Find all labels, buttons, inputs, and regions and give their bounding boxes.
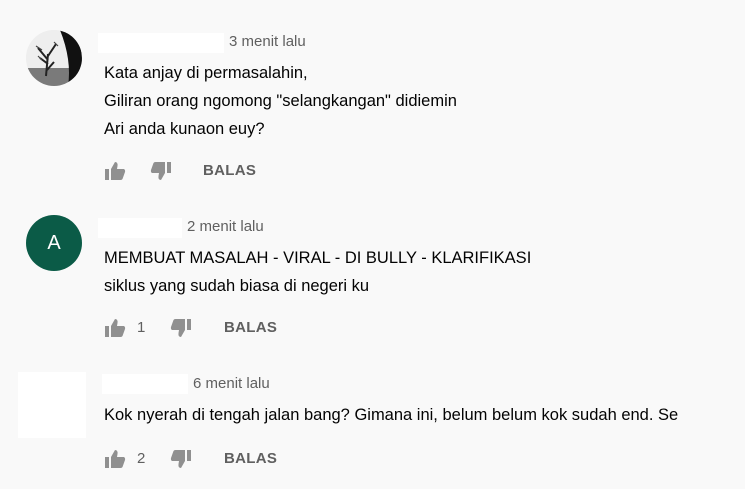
- comment-timestamp[interactable]: 2 menit lalu: [187, 218, 264, 235]
- thumbs-up-icon[interactable]: [104, 449, 126, 469]
- thumbs-up-icon[interactable]: [104, 161, 126, 181]
- comments-section: 3 menit lalu Kata anjay di permasalahin,…: [0, 0, 745, 489]
- like-count: 2: [137, 450, 146, 467]
- comment-actions: BALAS: [104, 161, 304, 181]
- thumbs-up-icon[interactable]: [104, 318, 126, 338]
- thumbs-down-icon[interactable]: [170, 318, 192, 338]
- reply-button[interactable]: BALAS: [224, 450, 277, 467]
- thumbs-down-icon[interactable]: [150, 161, 172, 181]
- comment-actions: 2 BALAS: [104, 449, 324, 469]
- comment-text-line: Kok nyerah di tengah jalan bang? Gimana …: [104, 406, 679, 424]
- like-count: 1: [137, 319, 146, 336]
- author-name-redacted[interactable]: [98, 33, 224, 53]
- comment-text-line: siklus yang sudah biasa di negeri ku: [104, 277, 370, 295]
- thumbs-down-icon[interactable]: [170, 449, 192, 469]
- comment-text-line: Giliran orang ngomong "selangkangan" did…: [104, 92, 457, 110]
- avatar[interactable]: A: [26, 215, 82, 271]
- comment-actions: 1 BALAS: [104, 318, 324, 338]
- tree-photo-icon: [26, 30, 82, 86]
- reply-button[interactable]: BALAS: [203, 162, 256, 179]
- comment-timestamp[interactable]: 3 menit lalu: [229, 33, 306, 50]
- comment-text-line: Ari anda kunaon euy?: [104, 120, 265, 138]
- author-name-redacted[interactable]: [98, 218, 182, 238]
- comment-timestamp[interactable]: 6 menit lalu: [193, 375, 270, 392]
- author-name-redacted[interactable]: [102, 374, 188, 394]
- reply-button[interactable]: BALAS: [224, 319, 277, 336]
- avatar[interactable]: [18, 372, 86, 438]
- comment-text-line: MEMBUAT MASALAH - VIRAL - DI BULLY - KLA…: [104, 249, 532, 267]
- avatar[interactable]: [26, 30, 82, 86]
- comment-text-line: Kata anjay di permasalahin,: [104, 64, 308, 82]
